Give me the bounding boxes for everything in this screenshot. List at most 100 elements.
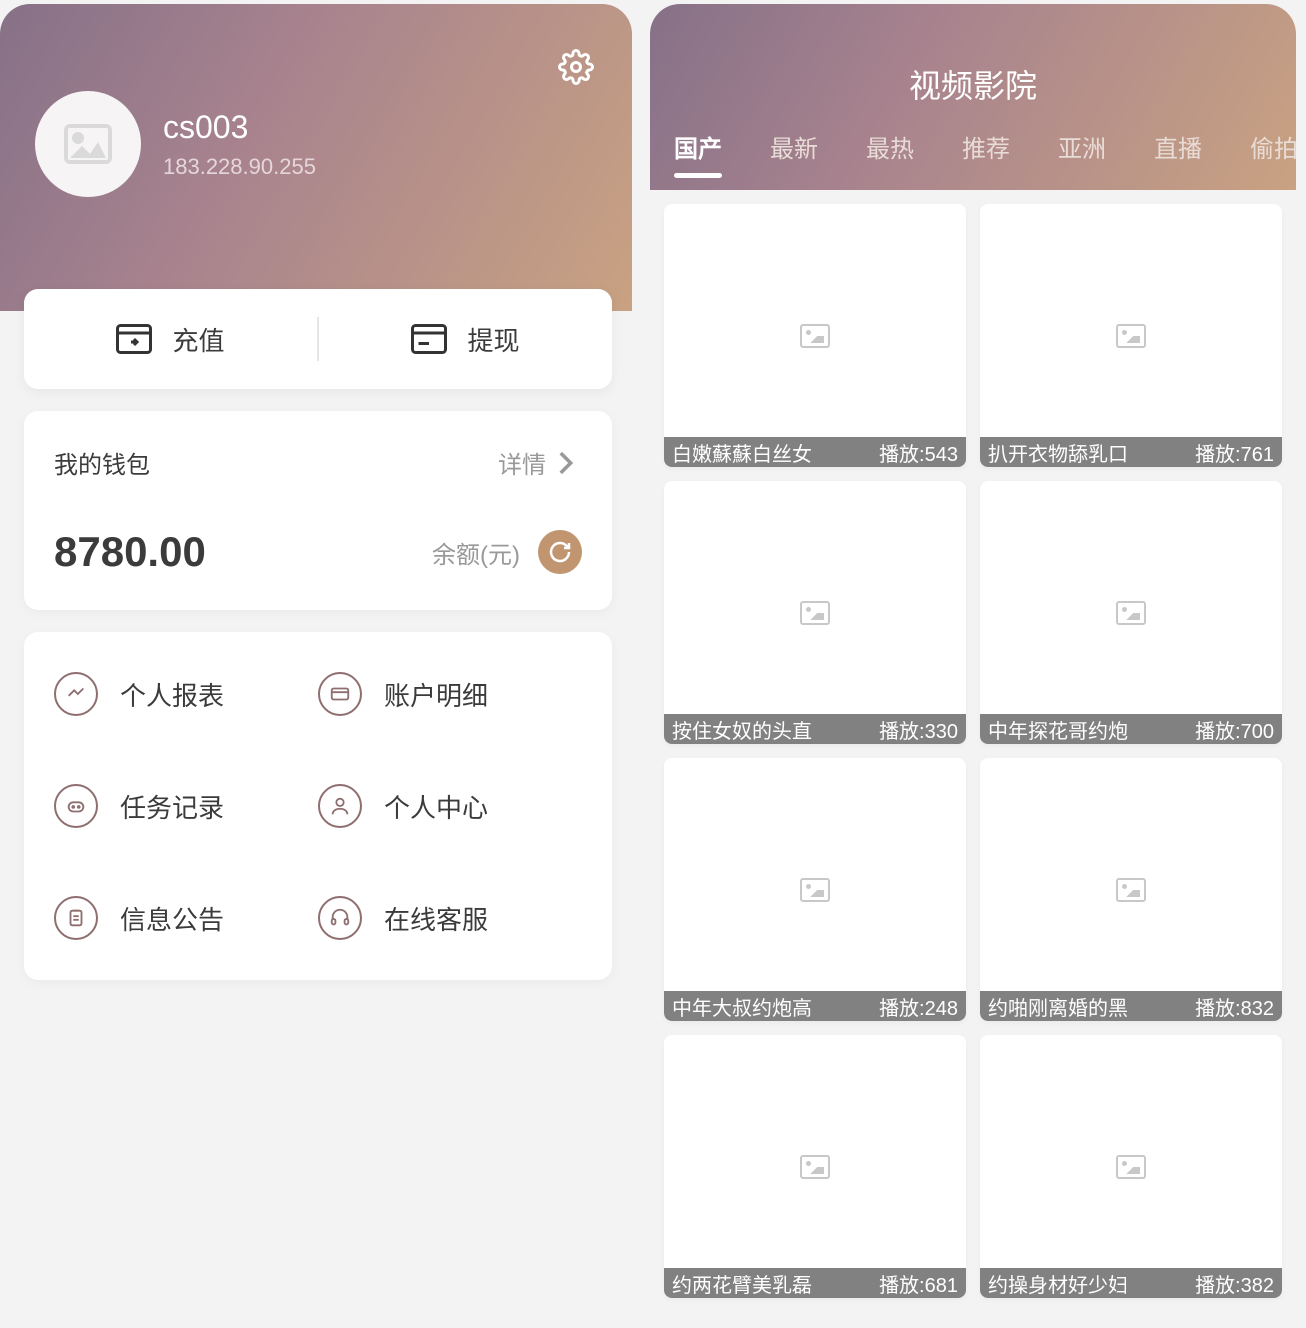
image-placeholder-icon (1116, 324, 1146, 348)
video-name: 约啪刚离婚的黑 (988, 992, 1195, 1021)
deposit-button[interactable]: 充值 (24, 321, 317, 358)
user-info: cs003 183.228.90.255 (163, 109, 316, 180)
menu-tasks[interactable]: 任务记录 (54, 784, 318, 828)
menu-card: 个人报表 账户明细 任务记录 个人中心 信息公告 在线客服 (24, 632, 612, 980)
image-placeholder-icon (64, 124, 112, 164)
video-card-3[interactable]: 中年探花哥约炮播放:700 (980, 481, 1282, 744)
tab-5[interactable]: 直播 (1154, 129, 1202, 178)
video-tabs: 国产最新最热推荐亚洲直播偷拍 (650, 129, 1296, 190)
wallet-title: 我的钱包 (54, 445, 150, 480)
user-ip: 183.228.90.255 (163, 154, 316, 180)
menu-service-label: 在线客服 (384, 900, 488, 937)
username: cs003 (163, 109, 316, 146)
video-panel: 视频影院 国产最新最热推荐亚洲直播偷拍 白嫩蘇蘇白丝女播放:543 扒开衣物舔乳口… (650, 4, 1296, 1328)
video-plays: 播放:681 (879, 1269, 958, 1298)
video-thumb (980, 758, 1282, 1021)
video-name: 按住女奴的头直 (672, 715, 879, 744)
video-plays: 播放:832 (1195, 992, 1274, 1021)
menu-service[interactable]: 在线客服 (318, 896, 582, 940)
video-plays: 播放:382 (1195, 1269, 1274, 1298)
tab-0[interactable]: 国产 (674, 129, 722, 178)
withdraw-icon (411, 321, 447, 357)
tab-6[interactable]: 偷拍 (1250, 129, 1296, 178)
video-card-5[interactable]: 约啪刚离婚的黑播放:832 (980, 758, 1282, 1021)
image-placeholder-icon (800, 324, 830, 348)
video-name: 中年大叔约炮高 (672, 992, 879, 1021)
report-icon (54, 672, 98, 716)
video-footer: 约操身材好少妇播放:382 (980, 1268, 1282, 1298)
video-plays: 播放:330 (879, 715, 958, 744)
video-thumb (980, 204, 1282, 467)
profile-panel: cs003 183.228.90.255 充值 提现 我的钱包 详情 (0, 4, 636, 1328)
menu-account[interactable]: 账户明细 (318, 672, 582, 716)
menu-tasks-label: 任务记录 (120, 788, 224, 825)
video-thumb (980, 481, 1282, 744)
withdraw-button[interactable]: 提现 (319, 321, 612, 358)
menu-report-label: 个人报表 (120, 676, 224, 713)
video-grid: 白嫩蘇蘇白丝女播放:543 扒开衣物舔乳口播放:761 按住女奴的头直播放:330 中… (650, 190, 1296, 1298)
video-thumb (664, 204, 966, 467)
menu-profile[interactable]: 个人中心 (318, 784, 582, 828)
user-icon (318, 784, 362, 828)
withdraw-label: 提现 (467, 321, 519, 358)
wallet-detail-button[interactable]: 详情 (498, 445, 582, 480)
actions-card: 充值 提现 (24, 289, 612, 389)
video-footer: 扒开衣物舔乳口播放:761 (980, 437, 1282, 467)
video-card-4[interactable]: 中年大叔约炮高播放:248 (664, 758, 966, 1021)
menu-account-label: 账户明细 (384, 676, 488, 713)
video-card-1[interactable]: 扒开衣物舔乳口播放:761 (980, 204, 1282, 467)
menu-notice[interactable]: 信息公告 (54, 896, 318, 940)
video-thumb (664, 758, 966, 1021)
menu-report[interactable]: 个人报表 (54, 672, 318, 716)
image-placeholder-icon (800, 601, 830, 625)
video-plays: 播放:761 (1195, 438, 1274, 467)
video-thumb (664, 1035, 966, 1298)
video-footer: 约啪刚离婚的黑播放:832 (980, 991, 1282, 1021)
wallet-card: 我的钱包 详情 8780.00 余额(元) (24, 411, 612, 610)
deposit-icon (116, 321, 152, 357)
headset-icon (318, 896, 362, 940)
video-card-0[interactable]: 白嫩蘇蘇白丝女播放:543 (664, 204, 966, 467)
video-footer: 白嫩蘇蘇白丝女播放:543 (664, 437, 966, 467)
video-name: 扒开衣物舔乳口 (988, 438, 1195, 467)
video-footer: 约两花臂美乳磊播放:681 (664, 1268, 966, 1298)
video-thumb (664, 481, 966, 744)
tab-3[interactable]: 推荐 (962, 129, 1010, 178)
video-plays: 播放:700 (1195, 715, 1274, 744)
tab-2[interactable]: 最热 (866, 129, 914, 178)
settings-button[interactable] (555, 46, 597, 88)
menu-notice-label: 信息公告 (120, 900, 224, 937)
video-card-2[interactable]: 按住女奴的头直播放:330 (664, 481, 966, 744)
refresh-button[interactable] (538, 530, 582, 574)
video-card-6[interactable]: 约两花臂美乳磊播放:681 (664, 1035, 966, 1298)
video-thumb (980, 1035, 1282, 1298)
video-name: 中年探花哥约炮 (988, 715, 1195, 744)
image-placeholder-icon (800, 878, 830, 902)
deposit-label: 充值 (172, 321, 224, 358)
video-title: 视频影院 (650, 61, 1296, 107)
menu-profile-label: 个人中心 (384, 788, 488, 825)
video-plays: 播放:543 (879, 438, 958, 467)
image-placeholder-icon (1116, 1155, 1146, 1179)
video-card-7[interactable]: 约操身材好少妇播放:382 (980, 1035, 1282, 1298)
video-plays: 播放:248 (879, 992, 958, 1021)
video-name: 白嫩蘇蘇白丝女 (672, 438, 879, 467)
balance-amount: 8780.00 (54, 528, 206, 576)
avatar[interactable] (35, 91, 141, 197)
tab-1[interactable]: 最新 (770, 129, 818, 178)
video-header: 视频影院 国产最新最热推荐亚洲直播偷拍 (650, 4, 1296, 190)
avatar-row: cs003 183.228.90.255 (35, 91, 597, 197)
refresh-icon (548, 540, 572, 564)
balance-label: 余额(元) (432, 535, 520, 570)
card-icon (318, 672, 362, 716)
video-name: 约操身材好少妇 (988, 1269, 1195, 1298)
image-placeholder-icon (800, 1155, 830, 1179)
wallet-detail-label: 详情 (498, 445, 546, 480)
tab-4[interactable]: 亚洲 (1058, 129, 1106, 178)
chevron-right-icon (548, 446, 582, 480)
gamepad-icon (54, 784, 98, 828)
clipboard-icon (54, 896, 98, 940)
video-footer: 按住女奴的头直播放:330 (664, 714, 966, 744)
video-footer: 中年探花哥约炮播放:700 (980, 714, 1282, 744)
image-placeholder-icon (1116, 878, 1146, 902)
